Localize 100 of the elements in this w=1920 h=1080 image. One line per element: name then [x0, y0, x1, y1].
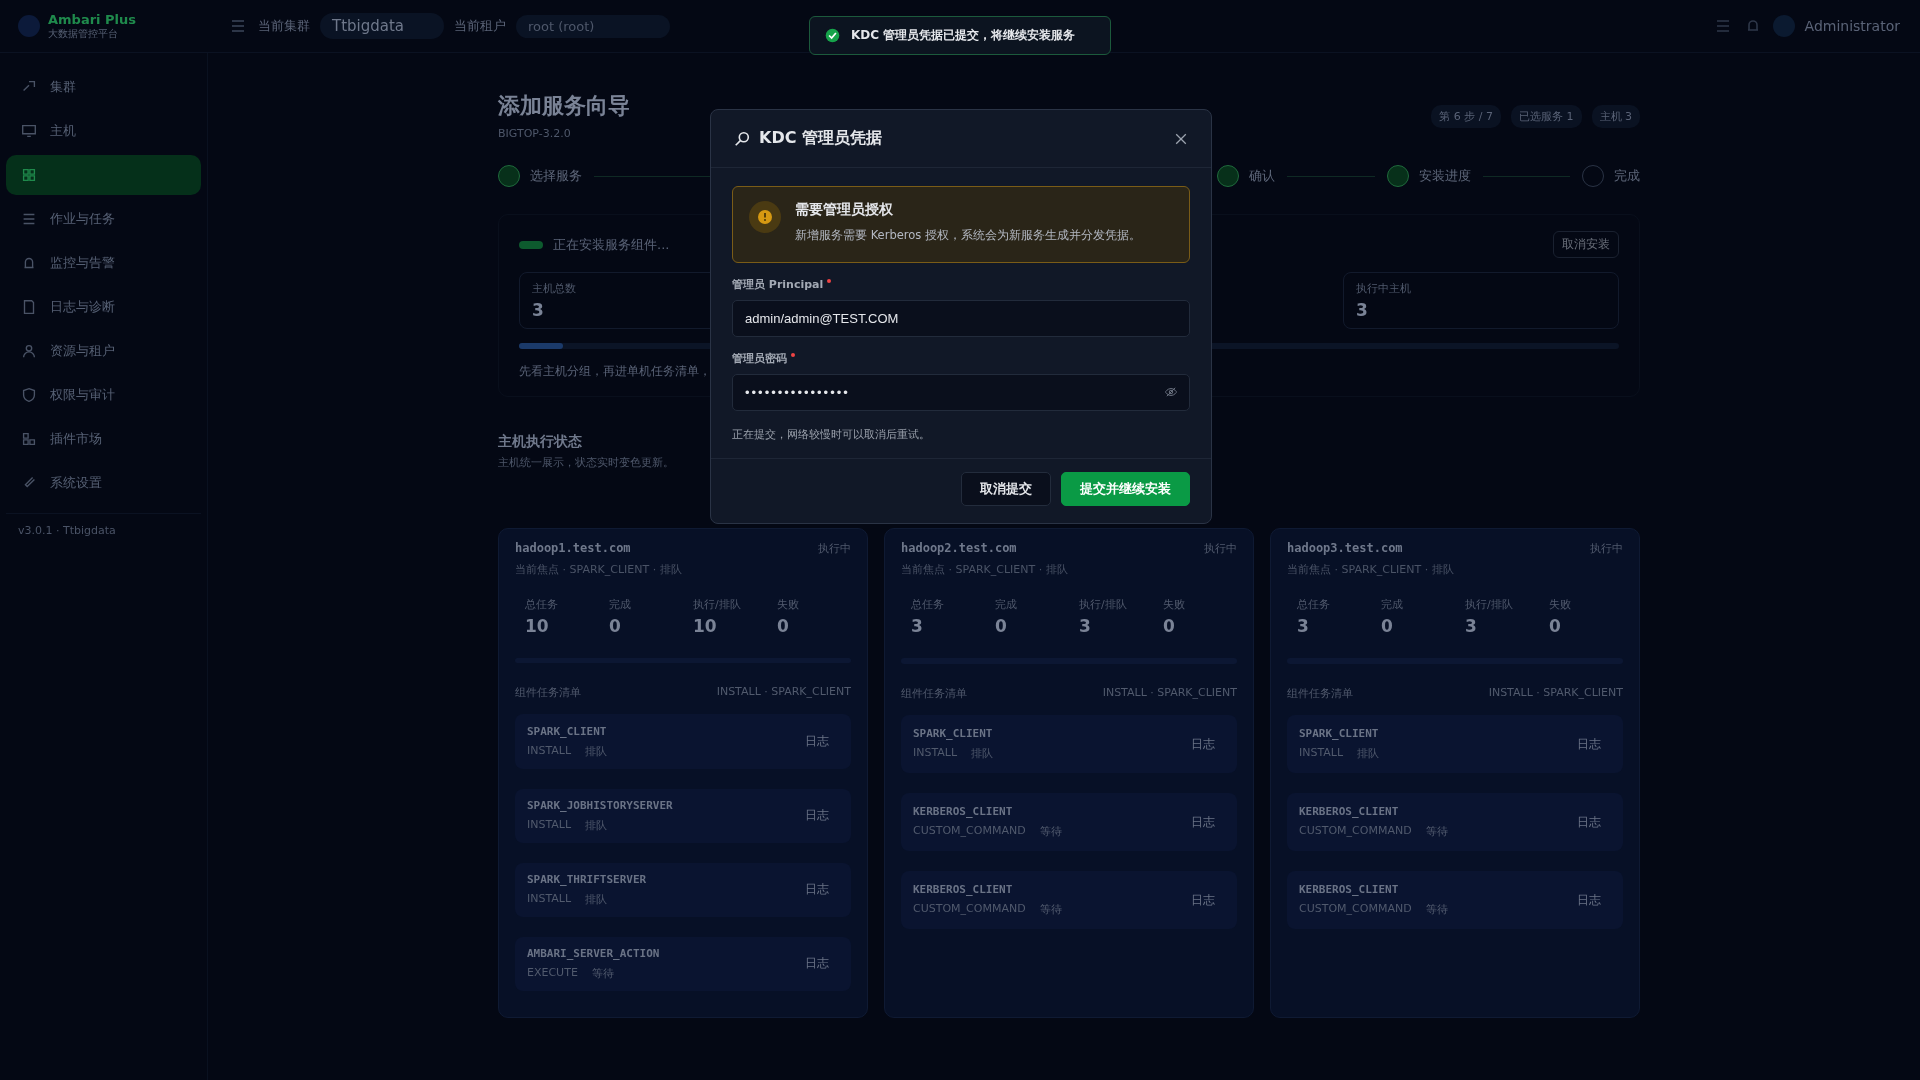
- stat-value: 10: [693, 616, 718, 636]
- list-title: 组件任务清单: [901, 686, 967, 701]
- cancel-install-button[interactable]: 取消安装: [1553, 231, 1619, 258]
- host-name: hadoop2.test.com: [901, 541, 1017, 556]
- shield-icon: [20, 386, 38, 404]
- task-state: 等待: [1039, 902, 1062, 917]
- sidebar-item[interactable]: 日志与诊断: [6, 287, 201, 327]
- sidebar-item[interactable]: 插件市场: [6, 419, 201, 459]
- stat-value: 0: [1163, 616, 1176, 636]
- logo-icon: [18, 15, 40, 37]
- eye-off-icon[interactable]: [1164, 385, 1178, 399]
- stat-label: 失败: [1163, 597, 1186, 612]
- stat-label: 完成: [995, 597, 1018, 612]
- task-name: SPARK_CLIENT: [527, 724, 608, 738]
- stat-label: 总任务: [1297, 597, 1331, 612]
- sidebar-item[interactable]: 主机: [6, 111, 201, 151]
- stat-value: 0: [1549, 616, 1562, 636]
- tenant-select[interactable]: root (root): [516, 14, 670, 38]
- stat-value: 0: [777, 616, 790, 636]
- stat-label: 总任务: [525, 597, 559, 612]
- task-state: 等待: [591, 965, 614, 981]
- task-state: 等待: [1039, 824, 1062, 839]
- log-button[interactable]: 日志: [795, 877, 839, 903]
- stat-value: 3: [1465, 616, 1478, 636]
- sidebar-item[interactable]: 资源与租户: [6, 331, 201, 371]
- stat-label: 失败: [1549, 597, 1572, 612]
- avatar-icon[interactable]: [1772, 15, 1795, 37]
- task-name: KERBEROS_CLIENT: [913, 883, 1014, 896]
- cluster-select[interactable]: Ttbigdata: [320, 13, 444, 39]
- list-tag: INSTALL · SPARK_CLIENT: [1488, 686, 1623, 701]
- person-icon: [20, 342, 38, 360]
- stat-label: 主机总数: [532, 281, 576, 296]
- stat-label: 执行/排队: [1465, 597, 1514, 612]
- step-chip: 已选服务 1: [1511, 105, 1582, 128]
- task-command: CUSTOM_COMMAND: [913, 902, 1026, 917]
- stat-label: 总任务: [911, 597, 945, 612]
- log-button[interactable]: 日志: [1181, 731, 1225, 757]
- log-button[interactable]: 日志: [1567, 887, 1611, 913]
- stat-label: 执行/排队: [693, 597, 742, 612]
- log-button[interactable]: 日志: [1567, 809, 1611, 835]
- log-button[interactable]: 日志: [795, 951, 839, 977]
- task-command: CUSTOM_COMMAND: [1299, 902, 1412, 917]
- hint-text: 先看主机分组，再进单机任务清单，: [519, 363, 711, 380]
- task-command: EXECUTE: [527, 965, 578, 981]
- field-label: 管理员密码: [732, 351, 1190, 366]
- stat-label: 完成: [1381, 597, 1404, 612]
- step-chip: 第 6 步 / 7: [1431, 105, 1501, 128]
- log-button[interactable]: 日志: [1181, 809, 1225, 835]
- list-tag: INSTALL · SPARK_CLIENT: [716, 685, 851, 701]
- principal-field[interactable]: admin/admin@TEST.COM: [732, 300, 1190, 337]
- stat-label: 失败: [777, 597, 800, 612]
- task-name: SPARK_THRIFTSERVER: [527, 872, 647, 886]
- stat-label: 执行中主机: [1356, 281, 1411, 296]
- submit-button[interactable]: 提交并继续安装: [1061, 472, 1190, 506]
- submit-note: 正在提交，网络较慢时可以取消后重试。: [732, 427, 931, 442]
- password-field[interactable]: ••••••••••••••••: [732, 374, 1190, 411]
- sidebar-item[interactable]: 系统设置: [6, 463, 201, 503]
- task-state: 等待: [1425, 902, 1448, 917]
- task-state: 等待: [1425, 824, 1448, 839]
- task-name: KERBEROS_CLIENT: [1299, 805, 1400, 818]
- step-label[interactable]: 选择服务: [530, 167, 582, 185]
- log-button[interactable]: 日志: [1567, 731, 1611, 757]
- stat-value: 3: [1079, 616, 1092, 636]
- field-label: 管理员 Principal: [732, 277, 1190, 292]
- install-status: 正在安装服务组件...: [553, 235, 670, 254]
- stat-value: 0: [1381, 616, 1394, 636]
- log-button[interactable]: 日志: [795, 803, 839, 829]
- task-command: INSTALL: [1299, 746, 1344, 761]
- alert-title: 需要管理员授权: [795, 201, 894, 219]
- log-button[interactable]: 日志: [1181, 887, 1225, 913]
- task-command: CUSTOM_COMMAND: [1299, 824, 1412, 839]
- stat-value: 10: [525, 616, 550, 636]
- task-name: AMBARI_SERVER_ACTION: [527, 946, 660, 960]
- task-command: INSTALL: [527, 743, 572, 759]
- cancel-button[interactable]: 取消提交: [961, 472, 1051, 506]
- log-button[interactable]: 日志: [795, 729, 839, 754]
- task-name: SPARK_CLIENT: [913, 727, 994, 740]
- grid-icon: [20, 430, 38, 448]
- step-label[interactable]: 安装进度: [1418, 167, 1471, 185]
- task-name: KERBEROS_CLIENT: [1299, 883, 1400, 896]
- user-name[interactable]: Administrator: [1804, 18, 1900, 34]
- stat-label: 完成: [609, 597, 632, 612]
- sidebar-item[interactable]: 监控与告警: [6, 243, 201, 283]
- app-subtitle: 大数据管控平台: [48, 26, 119, 41]
- monitor-icon: [20, 122, 38, 140]
- stat-value: 3: [1356, 300, 1368, 320]
- sidebar-item[interactable]: 权限与审计: [6, 375, 201, 415]
- sidebar-item[interactable]: 集群: [6, 67, 201, 107]
- host-name: hadoop3.test.com: [1287, 541, 1403, 556]
- sidebar-item[interactable]: [6, 155, 201, 195]
- stat-value: 3: [1297, 616, 1310, 636]
- step-label[interactable]: 完成: [1614, 167, 1640, 185]
- sidebar-item[interactable]: 作业与任务: [6, 199, 201, 239]
- task-command: INSTALL: [913, 746, 958, 761]
- task-command: CUSTOM_COMMAND: [913, 824, 1026, 839]
- stat-value: 3: [532, 300, 544, 320]
- task-name: KERBEROS_CLIENT: [913, 805, 1014, 818]
- task-name: SPARK_CLIENT: [1299, 727, 1380, 740]
- step-label[interactable]: 确认: [1249, 167, 1276, 185]
- stat-value: 3: [911, 616, 924, 636]
